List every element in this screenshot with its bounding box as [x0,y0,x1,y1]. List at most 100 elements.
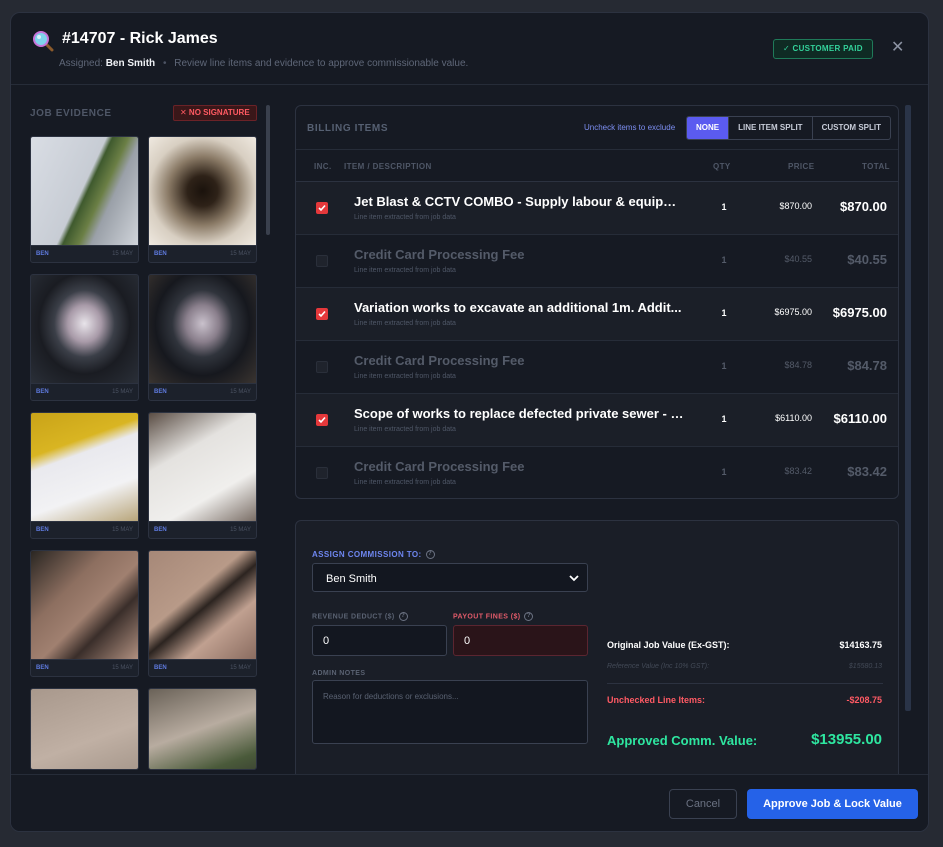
original-value-label: Original Job Value (Ex-GST): [607,640,730,650]
payout-fines-label: PAYOUT FINES ($)? [453,612,534,621]
line-item-qty: 1 [721,202,727,212]
photo-image [149,413,256,521]
magnifier-icon [33,31,54,52]
evidence-photo[interactable]: BEN 15 MAY [148,412,257,539]
line-item-name: Credit Card Processing Fee [354,459,525,474]
approved-value-label: Approved Comm. Value: [607,733,758,748]
split-custom-button[interactable]: CUSTOM SPLIT [811,117,890,139]
photo-caption: BEN 15 MAY [149,245,256,262]
billing-row: Jet Blast & CCTV COMBO - Supply labour &… [296,182,898,235]
line-item-price: $83.42 [784,466,812,476]
help-icon[interactable]: ? [425,550,435,560]
photo-date: 15 MAY [230,527,251,533]
photo-date: 15 MAY [230,389,251,395]
line-item-name: Scope of works to replace defected priva… [354,406,684,421]
photo-image [31,275,138,383]
original-value: $14163.75 [839,640,882,650]
col-qty: QTY [713,162,731,171]
line-item-name: Jet Blast & CCTV COMBO - Supply labour &… [354,194,684,209]
modal-header: #14707 - Rick James Assigned: Ben Smith … [11,13,928,85]
unchecked-items-label: Unchecked Line Items: [607,695,706,705]
line-item-price: $84.78 [784,360,812,370]
photo-author: BEN [36,389,49,395]
photo-author: BEN [154,527,167,533]
customer-paid-badge: ✓ CUSTOMER PAID [773,39,873,59]
photo-author: BEN [36,665,49,671]
evidence-scrollbar[interactable] [266,105,270,235]
payout-fines-input[interactable]: 0 [453,625,588,656]
line-item-qty: 1 [721,361,727,371]
line-item-total: $84.78 [847,358,887,373]
evidence-photo[interactable]: BEN 15 MAY [30,550,139,677]
line-item-total: $40.55 [847,252,887,267]
line-item-qty: 1 [721,414,727,424]
photo-image [149,137,256,245]
line-item-qty: 1 [721,255,727,265]
photo-caption: BEN 15 MAY [149,659,256,676]
cancel-button[interactable]: Cancel [669,789,737,819]
evidence-photo[interactable]: BEN 15 MAY [148,136,257,263]
help-icon[interactable]: ? [524,612,534,621]
evidence-photo[interactable] [148,688,257,770]
photo-date: 15 MAY [112,527,133,533]
exclude-hint: Uncheck items to exclude [584,123,676,132]
col-total: TOTAL [862,162,890,171]
col-item: ITEM / DESCRIPTION [344,162,432,171]
photo-author: BEN [154,665,167,671]
assignee-select[interactable]: Ben Smith [312,563,588,592]
admin-notes-textarea[interactable]: Reason for deductions or exclusions... [312,680,588,744]
include-checkbox[interactable] [316,361,328,373]
billing-items-title: BILLING ITEMS [307,123,389,134]
evidence-photo[interactable]: BEN 15 MAY [148,550,257,677]
reference-value-label: Reference Value (Inc 10% GST): [607,663,710,670]
photo-image [149,551,256,659]
photo-image [31,413,138,521]
billing-column-headers: INC. ITEM / DESCRIPTION QTY PRICE TOTAL [296,149,898,182]
revenue-deduct-label: REVENUE DEDUCT ($)? [312,612,408,621]
include-checkbox[interactable] [316,308,328,320]
evidence-photo[interactable]: BEN 15 MAY [148,274,257,401]
help-icon[interactable]: ? [398,612,408,621]
evidence-photo[interactable] [30,688,139,770]
commission-panel: ASSIGN COMMISSION TO:? Ben Smith REVENUE… [295,520,899,780]
admin-notes-placeholder: Reason for deductions or exclusions... [323,692,459,701]
assignee-value: Ben Smith [326,573,377,585]
include-checkbox[interactable] [316,202,328,214]
photo-author: BEN [36,527,49,533]
billing-items-panel: BILLING ITEMS Uncheck items to exclude N… [295,105,899,499]
close-icon[interactable]: ✕ [891,40,904,56]
line-item-price: $870.00 [779,201,812,211]
include-checkbox[interactable] [316,414,328,426]
approve-lock-button[interactable]: Approve Job & Lock Value [747,789,918,819]
photo-caption: BEN 15 MAY [149,383,256,400]
line-item-total: $6975.00 [832,305,887,320]
line-item-total: $83.42 [847,464,887,479]
photo-caption: BEN 15 MAY [149,521,256,538]
admin-notes-label: ADMIN NOTES [312,670,366,677]
line-item-price: $40.55 [784,254,812,264]
approval-modal: #14707 - Rick James Assigned: Ben Smith … [10,12,929,832]
content-scrollbar[interactable] [905,105,911,711]
line-item-name: Credit Card Processing Fee [354,247,525,262]
billing-row: Credit Card Processing Fee Line item extr… [296,447,898,498]
split-none-button[interactable]: NONE [687,117,729,139]
photo-date: 15 MAY [112,665,133,671]
unchecked-items-value: -$208.75 [846,695,882,705]
revenue-deduct-input[interactable]: 0 [312,625,447,656]
photo-date: 15 MAY [112,389,133,395]
split-line-item-button[interactable]: LINE ITEM SPLIT [728,117,811,139]
line-item-desc: Line item extracted from job data [354,267,456,274]
include-checkbox[interactable] [316,255,328,267]
billing-row: Credit Card Processing Fee Line item extr… [296,341,898,394]
line-item-qty: 1 [721,467,727,477]
line-item-name: Credit Card Processing Fee [354,353,525,368]
separator-dot: • [162,58,167,69]
evidence-photo[interactable]: BEN 15 MAY [30,274,139,401]
evidence-photo[interactable]: BEN 15 MAY [30,412,139,539]
reference-value: $15580.13 [848,663,882,670]
include-checkbox[interactable] [316,467,328,479]
modal-footer: Cancel Approve Job & Lock Value [11,774,928,831]
assign-label-text: ASSIGN COMMISSION TO: [312,550,422,559]
evidence-photo[interactable]: BEN 15 MAY [30,136,139,263]
modal-title: #14707 - Rick James [62,30,218,47]
